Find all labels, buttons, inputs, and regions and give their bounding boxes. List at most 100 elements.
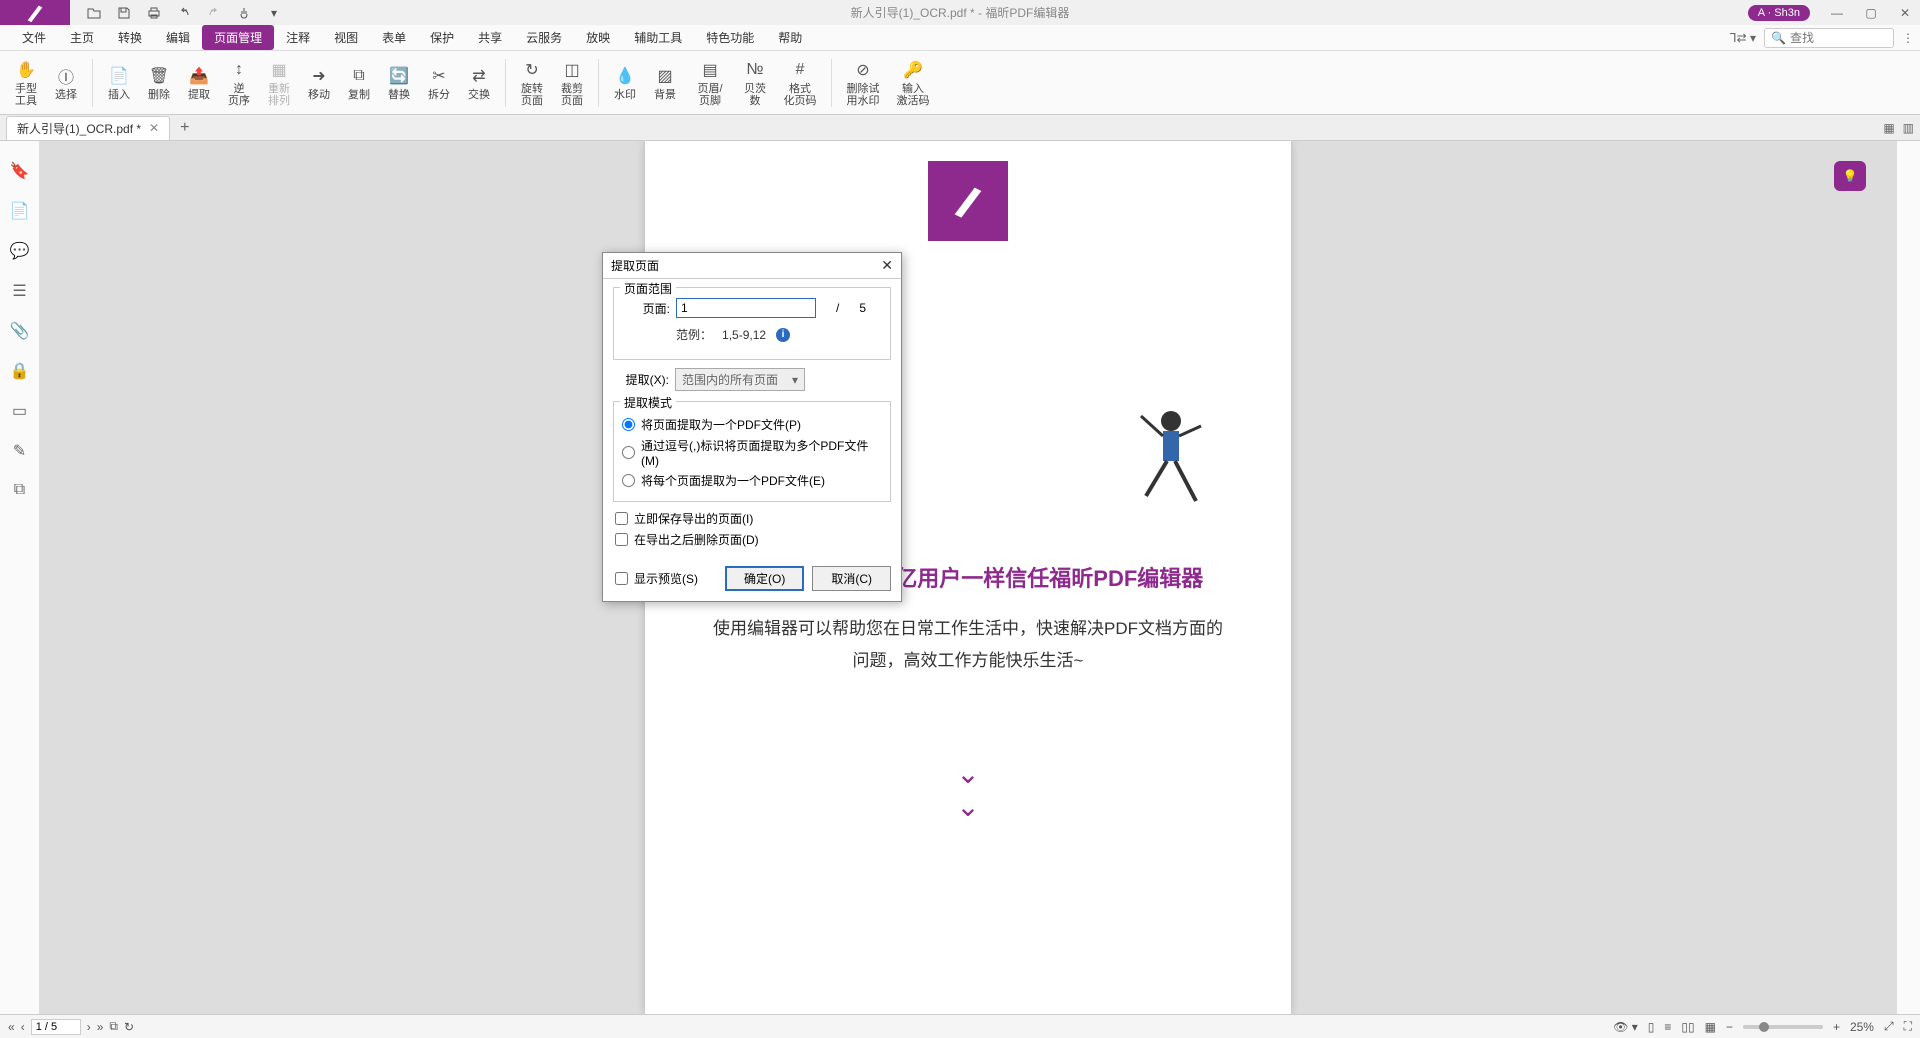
redo-icon[interactable]: [206, 5, 222, 21]
radio-comma-multi[interactable]: [622, 446, 635, 459]
cancel-button[interactable]: 取消(C): [812, 566, 891, 591]
visibility-icon[interactable]: 👁 ▾: [1613, 1020, 1638, 1034]
nav-rotate-icon[interactable]: ↻: [124, 1020, 134, 1034]
radio-each-page[interactable]: [622, 474, 635, 487]
panel-toggle-icon[interactable]: ▥: [1903, 121, 1914, 135]
extract-button[interactable]: 📤提取: [181, 54, 217, 112]
background-button[interactable]: ▨背景: [647, 54, 683, 112]
menu-home[interactable]: 主页: [58, 25, 106, 50]
zoom-value: 25%: [1850, 1020, 1874, 1034]
next-page-icon[interactable]: ›: [87, 1020, 91, 1034]
open-icon[interactable]: [86, 5, 102, 21]
facing-icon[interactable]: ▯▯: [1681, 1020, 1694, 1034]
swap-button[interactable]: ⇄交换: [461, 54, 497, 112]
replace-button[interactable]: 🔄替换: [381, 54, 417, 112]
ok-button[interactable]: 确定(O): [725, 566, 804, 591]
signature-icon[interactable]: ✎: [13, 441, 26, 461]
language-icon[interactable]: ⅂⇄ ▾: [1730, 31, 1756, 45]
more-icon[interactable]: ⋮: [1902, 31, 1914, 45]
close-tab-icon[interactable]: ✕: [149, 121, 159, 135]
continuous-facing-icon[interactable]: ▦: [1705, 1020, 1716, 1034]
thumbnail-view-icon[interactable]: ▦: [1883, 121, 1894, 135]
prev-page-icon[interactable]: ‹: [21, 1020, 25, 1034]
user-badge[interactable]: A · Sh3n: [1748, 5, 1810, 21]
nav-copy-icon[interactable]: ⧉: [109, 1019, 118, 1034]
fullscreen-icon[interactable]: ⛶: [1904, 1019, 1912, 1034]
menu-convert[interactable]: 转换: [106, 25, 154, 50]
menu-comment[interactable]: 注释: [274, 25, 322, 50]
zoom-slider[interactable]: [1743, 1025, 1823, 1029]
bates-button[interactable]: №贝茨 数: [737, 54, 773, 112]
undo-icon[interactable]: [176, 5, 192, 21]
document-tab[interactable]: 新人引导(1)_OCR.pdf * ✕: [6, 116, 170, 140]
dialog-titlebar[interactable]: 提取页面 ✕: [603, 253, 901, 279]
dialog-close-icon[interactable]: ✕: [881, 257, 893, 274]
remove-trial-watermark-button[interactable]: ⊘删除试 用水印: [840, 54, 886, 112]
zoom-in-icon[interactable]: +: [1833, 1020, 1840, 1034]
format-pagenum-button[interactable]: #格式 化页码: [777, 54, 823, 112]
enter-activation-button[interactable]: 🔑输入 激活码: [890, 54, 936, 112]
rotate-button[interactable]: ↻旋转 页面: [514, 54, 550, 112]
first-page-icon[interactable]: «: [8, 1020, 15, 1034]
extract-select[interactable]: 范围内的所有页面 ▾: [675, 368, 805, 391]
insert-button[interactable]: 📄插入: [101, 54, 137, 112]
menu-page-manage[interactable]: 页面管理: [202, 25, 274, 50]
info-icon[interactable]: i: [776, 328, 790, 342]
menu-view[interactable]: 视图: [322, 25, 370, 50]
radio-single-pdf[interactable]: [622, 418, 635, 431]
menu-share[interactable]: 共享: [466, 25, 514, 50]
watermark-button[interactable]: 💧水印: [607, 54, 643, 112]
window-title: 新人引导(1)_OCR.pdf * - 福昕PDF编辑器: [851, 4, 1070, 21]
menu-help[interactable]: 帮助: [766, 25, 814, 50]
check-delete-after[interactable]: [615, 533, 628, 546]
page-input-field[interactable]: [676, 298, 816, 318]
tips-button[interactable]: 💡: [1834, 161, 1866, 191]
reverse-button[interactable]: ↕逆 页序: [221, 54, 257, 112]
fit-page-icon[interactable]: ⤢: [1884, 1019, 1894, 1034]
header-footer-button[interactable]: ▤页眉/ 页脚: [687, 54, 733, 112]
radio-comma-multi-label: 通过逗号(,)标识将页面提取为多个PDF文件(M): [641, 437, 882, 468]
single-page-icon[interactable]: ▯: [1648, 1020, 1655, 1034]
crop-button[interactable]: ◫裁剪 页面: [554, 54, 590, 112]
menu-features[interactable]: 特色功能: [694, 25, 766, 50]
menu-edit[interactable]: 编辑: [154, 25, 202, 50]
qat-dropdown-icon[interactable]: ▾: [266, 5, 282, 21]
add-tab-button[interactable]: +: [180, 119, 189, 137]
menu-cloud[interactable]: 云服务: [514, 25, 574, 50]
security-icon[interactable]: 🔒: [10, 361, 30, 381]
split-button[interactable]: ✂拆分: [421, 54, 457, 112]
menu-play[interactable]: 放映: [574, 25, 622, 50]
check-show-preview[interactable]: [615, 572, 628, 585]
menu-form[interactable]: 表单: [370, 25, 418, 50]
continuous-icon[interactable]: ≡: [1664, 1020, 1671, 1034]
minimize-button[interactable]: —: [1822, 0, 1852, 25]
menu-file[interactable]: 文件: [10, 25, 58, 50]
move-button[interactable]: ➜移动: [301, 54, 337, 112]
layers-icon[interactable]: ☰: [12, 281, 26, 301]
save-icon[interactable]: [116, 5, 132, 21]
last-page-icon[interactable]: »: [97, 1020, 104, 1034]
check-save-immediately[interactable]: [615, 512, 628, 525]
search-box[interactable]: 🔍: [1764, 28, 1894, 48]
close-button[interactable]: ✕: [1890, 0, 1920, 25]
page-input[interactable]: [31, 1019, 81, 1035]
page-total: 5: [859, 301, 866, 315]
menu-accessibility[interactable]: 辅助工具: [622, 25, 694, 50]
menu-protect[interactable]: 保护: [418, 25, 466, 50]
search-input[interactable]: [1790, 31, 1880, 45]
duplicate-button[interactable]: ⧉复制: [341, 54, 377, 112]
zoom-out-icon[interactable]: −: [1726, 1020, 1733, 1034]
comments-icon[interactable]: 💬: [10, 241, 30, 261]
touch-icon[interactable]: [236, 5, 252, 21]
document-canvas[interactable]: 感谢您如全球6.5亿用户一样信任福昕PDF编辑器 使用编辑器可以帮助您在日常工作…: [40, 141, 1896, 1014]
select-tool-button[interactable]: Ⓘ选择: [48, 54, 84, 112]
hand-tool-button[interactable]: ✋手型 工具: [8, 54, 44, 112]
delete-button[interactable]: 🗑删除: [141, 54, 177, 112]
print-icon[interactable]: [146, 5, 162, 21]
bookmark-icon[interactable]: 🔖: [10, 161, 30, 181]
fields-icon[interactable]: ▭: [12, 401, 27, 421]
attachments-icon[interactable]: 📎: [10, 321, 30, 341]
maximize-button[interactable]: ▢: [1856, 0, 1886, 25]
pages-icon[interactable]: 📄: [10, 201, 30, 221]
compare-icon[interactable]: ⧉: [14, 481, 25, 499]
